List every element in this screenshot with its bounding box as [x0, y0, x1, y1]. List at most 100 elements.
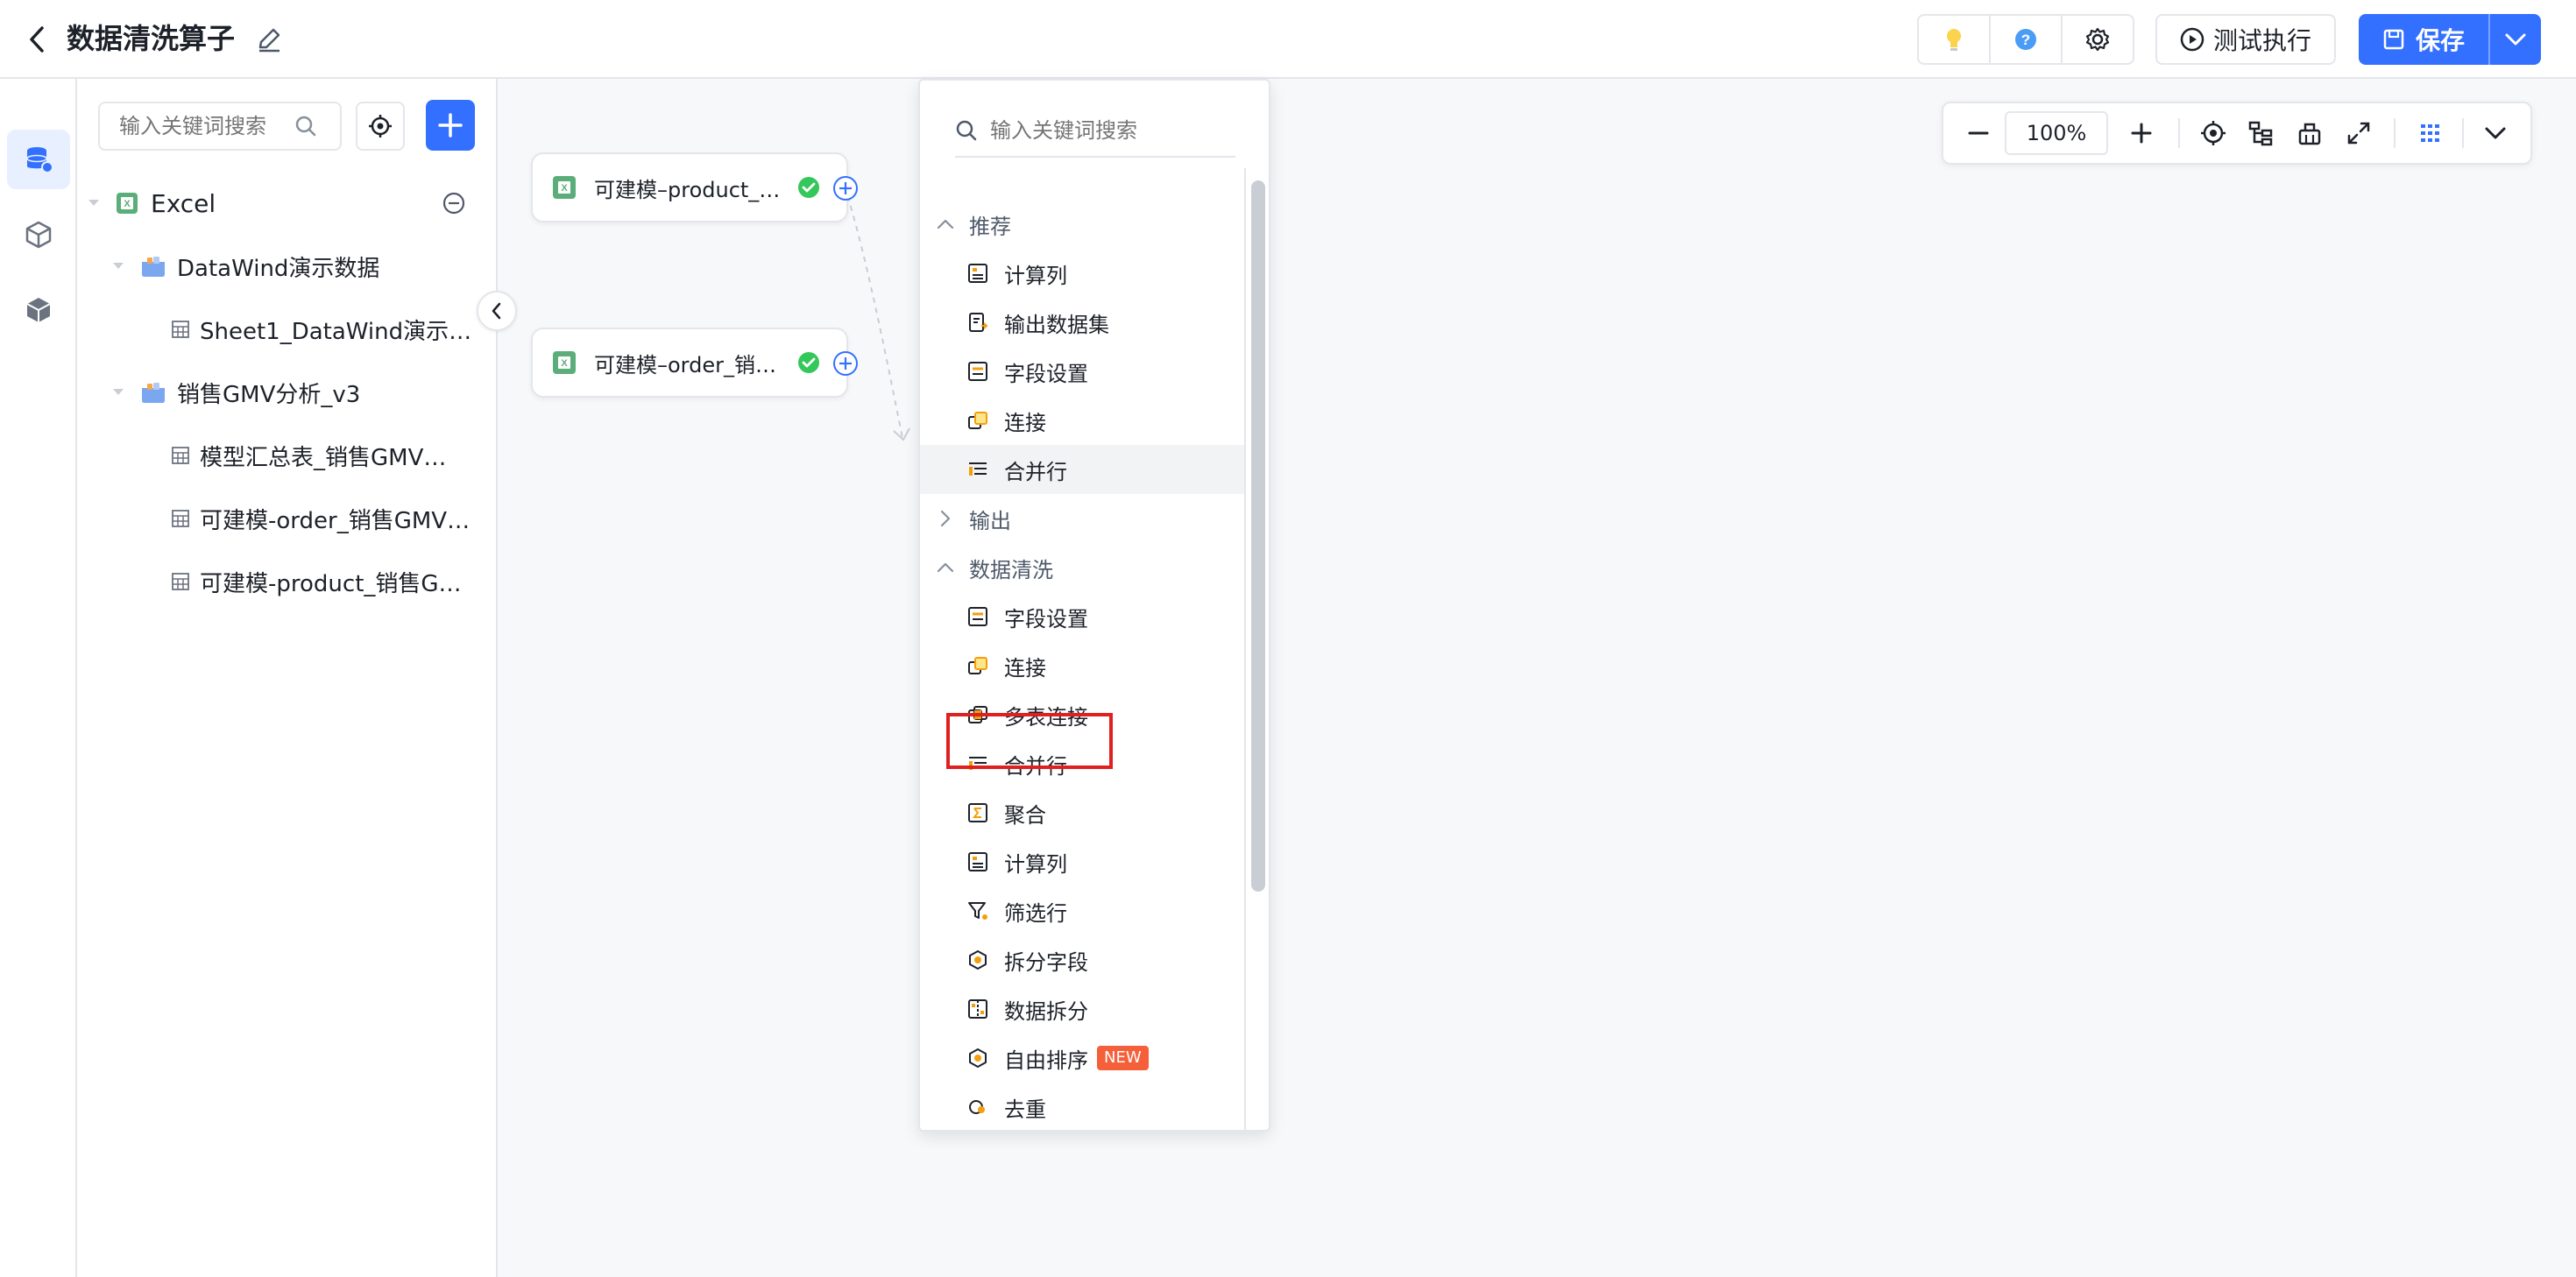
zoom-out-button[interactable] — [1952, 103, 2005, 163]
toolbar-more-button[interactable] — [2471, 103, 2520, 163]
caret-down-icon — [88, 200, 99, 206]
op-item[interactable]: 字段设置 — [920, 592, 1244, 641]
tree-root-label: Excel — [151, 188, 216, 218]
fullscreen-button[interactable] — [2334, 103, 2383, 163]
op-item-label: 去重 — [1004, 1097, 1046, 1122]
rail-item-data-sources[interactable] — [7, 130, 70, 189]
operator-scrollbar[interactable] — [1251, 180, 1265, 892]
op-item[interactable]: 连接 — [920, 396, 1244, 445]
op-item-label: 计算列 — [1004, 263, 1067, 288]
test-run-button[interactable]: 测试执行 — [2155, 14, 2336, 65]
op-item-selected[interactable]: 合并行 — [920, 445, 1244, 494]
tips-button[interactable] — [1919, 16, 1991, 63]
help-button[interactable]: ? — [1991, 16, 2063, 63]
save-split-button: 保存 — [2359, 14, 2541, 65]
custom-sort-icon — [969, 1048, 987, 1068]
tree-folder-datawind[interactable]: DataWind演示数据 — [110, 249, 379, 284]
op-item[interactable]: 采样 — [920, 1125, 1244, 1131]
node-connector — [844, 185, 910, 441]
lightbulb-icon — [1947, 29, 1961, 51]
target-icon — [2201, 121, 2226, 145]
gear-icon — [2085, 27, 2110, 52]
add-node-button[interactable] — [832, 350, 859, 377]
op-item[interactable]: 输出数据集 — [920, 298, 1244, 347]
new-badge: NEW — [1097, 1046, 1149, 1070]
tree-search-box[interactable] — [98, 102, 342, 151]
settings-button[interactable] — [2063, 16, 2133, 63]
flow-canvas[interactable]: X 可建模–product_… X 可建模–order_销… — [498, 79, 2576, 1277]
tree-search-input[interactable] — [119, 114, 294, 138]
op-item-label: 计算列 — [1004, 851, 1067, 877]
aggregate-icon — [968, 803, 987, 822]
op-item-label: 拆分字段 — [1004, 949, 1088, 975]
op-item[interactable]: 筛选行 — [920, 886, 1244, 935]
check-circle-icon — [798, 177, 819, 198]
flow-node-product[interactable]: X 可建模–product_… — [531, 152, 848, 222]
collapse-panel-button[interactable] — [477, 291, 517, 331]
folder-icon — [142, 257, 165, 277]
back-icon[interactable] — [25, 23, 51, 56]
tree-table-order[interactable]: 可建模-order_销售GMV… — [172, 501, 470, 536]
layout-tree-button[interactable] — [2236, 103, 2285, 163]
save-label: 保存 — [2415, 26, 2465, 55]
op-item-label: 合并行 — [1004, 459, 1067, 484]
auto-layout-button[interactable] — [2285, 103, 2334, 163]
op-item[interactable]: 计算列 — [920, 837, 1244, 886]
zoom-in-button[interactable] — [2115, 103, 2168, 163]
op-item-label: 数据拆分 — [1004, 998, 1088, 1024]
op-item-label: 采样 — [1004, 1127, 1046, 1131]
zoom-toolbar: 100% — [1942, 102, 2532, 165]
svg-text:X: X — [124, 199, 131, 209]
table-icon — [172, 573, 189, 590]
group-data-cleaning[interactable]: 数据清洗 — [920, 543, 1244, 592]
add-source-button[interactable] — [426, 100, 475, 151]
group-output[interactable]: 输出 — [920, 494, 1244, 543]
scrollbar-track-divider — [1244, 168, 1246, 1130]
save-button[interactable]: 保存 — [2359, 14, 2490, 65]
toolbar-divider — [2462, 118, 2464, 148]
caret-down-icon — [113, 263, 124, 269]
center-view-button[interactable] — [2190, 103, 2236, 163]
flow-node-order[interactable]: X 可建模–order_销… — [531, 328, 848, 398]
op-item-label: 筛选行 — [1004, 900, 1067, 926]
data-source-panel: X Excel DataWind演示数据 Sheet1_DataWind演示… … — [77, 79, 498, 1277]
operator-search-box[interactable] — [955, 105, 1235, 158]
cubes-icon — [25, 221, 52, 249]
op-item[interactable]: 连接 — [920, 641, 1244, 690]
op-item[interactable]: 数据拆分 — [920, 984, 1244, 1034]
join-icon — [968, 657, 987, 674]
database-icon — [26, 147, 53, 173]
svg-text:?: ? — [2021, 32, 2030, 48]
plus-icon — [2131, 123, 2152, 144]
op-item[interactable]: 自由排序 NEW — [920, 1034, 1244, 1083]
save-options-button[interactable] — [2490, 14, 2541, 65]
tree-root-excel[interactable]: X Excel — [86, 186, 489, 221]
rail-item-models[interactable] — [7, 205, 70, 265]
locate-button[interactable] — [356, 102, 405, 151]
op-item[interactable]: 聚合 — [920, 788, 1244, 837]
calculator-icon — [968, 852, 987, 871]
svg-text:X: X — [561, 183, 568, 194]
op-item[interactable]: 拆分字段 — [920, 935, 1244, 984]
tree-folder-sales-gmv[interactable]: 销售GMV分析_v3 — [110, 375, 360, 410]
op-item-label: 输出数据集 — [1004, 312, 1109, 337]
grid-icon — [2421, 124, 2439, 142]
op-item-label: 字段设置 — [1004, 361, 1088, 386]
rail-item-datasets[interactable] — [7, 280, 70, 340]
collapse-circle-icon[interactable] — [442, 191, 466, 215]
edit-title-icon[interactable] — [254, 25, 284, 54]
op-item[interactable]: 字段设置 — [920, 347, 1244, 396]
plus-circle-icon — [833, 351, 858, 376]
tree-item-label: 可建模-order_销售GMV… — [200, 507, 471, 534]
tree-table-product[interactable]: 可建模-product_销售G… — [172, 564, 462, 599]
operator-search-input[interactable] — [990, 118, 1218, 143]
tree-table-summary[interactable]: 模型汇总表_销售GMV… — [172, 438, 446, 473]
test-run-label: 测试执行 — [2212, 26, 2311, 55]
minimap-button[interactable] — [2406, 103, 2455, 163]
group-recommended[interactable]: 推荐 — [920, 200, 1244, 249]
add-node-button[interactable] — [832, 175, 859, 201]
tree-table-sheet1[interactable]: Sheet1_DataWind演示… — [172, 312, 471, 347]
table-icon — [172, 321, 189, 338]
op-item[interactable]: 计算列 — [920, 249, 1244, 298]
zoom-level[interactable]: 100% — [2005, 111, 2108, 155]
